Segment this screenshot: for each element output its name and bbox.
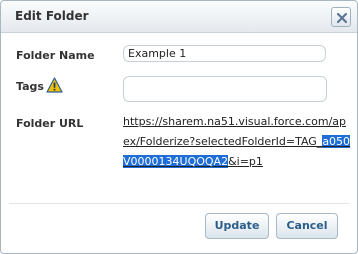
footer-divider <box>9 203 349 204</box>
folder-name-label: Folder Name <box>16 49 95 62</box>
folder-url-suffix: &i=p1 <box>228 155 263 168</box>
warning-icon <box>46 77 63 93</box>
folder-url-link[interactable]: https://sharem.na51.visual.force.com/ape… <box>123 112 351 172</box>
folder-name-input[interactable] <box>123 45 326 62</box>
cancel-button[interactable]: Cancel <box>276 213 338 239</box>
close-button[interactable] <box>331 7 351 27</box>
update-button[interactable]: Update <box>205 213 269 239</box>
tags-label: Tags <box>16 80 44 93</box>
dialog-title: Edit Folder <box>15 9 89 23</box>
folder-url-text: https://sharem.na51.visual.force.com/ape… <box>123 115 347 148</box>
edit-folder-dialog: Edit Folder Folder Name Tags Folder URL … <box>0 0 358 254</box>
folder-url-label: Folder URL <box>16 117 84 130</box>
dialog-titlebar: Edit Folder <box>1 1 357 33</box>
tags-input[interactable] <box>123 76 327 102</box>
close-icon <box>336 12 348 24</box>
